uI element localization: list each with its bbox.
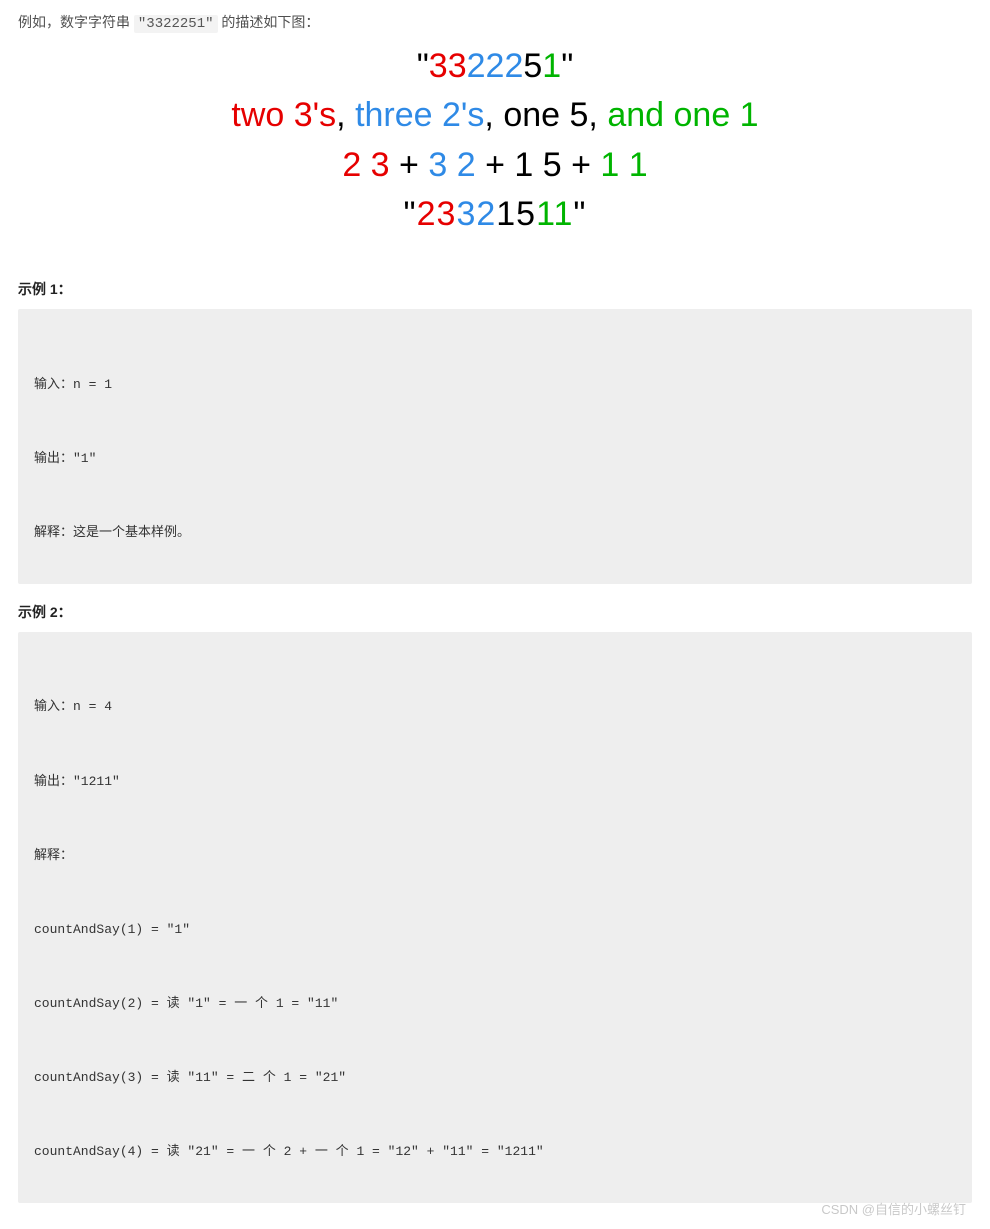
figure-row-1: "3322251" (18, 42, 972, 91)
t4b: 1 (629, 146, 648, 184)
p32: 32 (456, 195, 496, 233)
ex1-line-2: 解释：这是一个基本样例。 (34, 521, 956, 546)
ex2-line-4: countAndSay(2) = 读 "1" = 一 个 1 = "11" (34, 992, 956, 1017)
figure-row-2: two 3's, three 2's, one 5, and one 1 (18, 91, 972, 140)
example-1-box: 输入：n = 1 输出："1" 解释：这是一个基本样例。 (18, 309, 972, 584)
ex2-line-6: countAndSay(4) = 读 "21" = 一 个 2 + 一 个 1 … (34, 1140, 956, 1165)
sep-2: , (484, 96, 503, 134)
ex2-line-1: 输出："1211" (34, 770, 956, 795)
p15: 15 (496, 195, 536, 233)
figure: "3322251" two 3's, three 2's, one 5, and… (18, 42, 972, 239)
word-three: three (355, 96, 442, 134)
t1a: 2 (342, 146, 370, 184)
intro-line: 例如，数字字符串 "3322251" 的描述如下图： (18, 12, 972, 32)
t2a: 3 (428, 146, 456, 184)
ex2-line-3: countAndSay(1) = "1" (34, 918, 956, 943)
sep-3: , (588, 96, 607, 134)
quote-open: " (417, 47, 429, 85)
seg-1: 1 (542, 47, 561, 85)
t1b: 3 (371, 146, 390, 184)
quote-close-2: " (573, 195, 586, 233)
watermark: CSDN @自信的小螺丝钉 (821, 1199, 966, 1218)
ex2-line-5: countAndSay(3) = 读 "11" = 二 个 1 = "21" (34, 1066, 956, 1091)
word-two: two (231, 96, 293, 134)
t3: 1 5 (514, 146, 561, 184)
ex2-line-0: 输入：n = 4 (34, 695, 956, 720)
seg-33: 33 (429, 47, 467, 85)
plus-3: + (562, 146, 601, 184)
intro-code: "3322251" (134, 15, 218, 33)
p11: 11 (536, 195, 573, 233)
figure-row-3: 2 3 + 3 2 + 1 5 + 1 1 (18, 141, 972, 190)
seg-222: 222 (467, 47, 524, 85)
figure-row-4: "23321511" (18, 190, 972, 239)
plus-2: + (476, 146, 515, 184)
t2b: 2 (457, 146, 476, 184)
intro-prefix: 例如，数字字符串 (18, 14, 134, 30)
p23: 23 (417, 195, 457, 233)
word-2s: 2's (442, 96, 484, 134)
example-2-box: 输入：n = 4 输出："1211" 解释： countAndSay(1) = … (18, 632, 972, 1203)
quote-open-2: " (404, 195, 417, 233)
example-1-title: 示例 1： (18, 279, 972, 299)
ex1-line-0: 输入：n = 1 (34, 373, 956, 398)
ex1-line-1: 输出："1" (34, 447, 956, 472)
example-2-title: 示例 2： (18, 602, 972, 622)
sep-1: , (336, 96, 355, 134)
quote-close: " (561, 47, 573, 85)
ex2-line-2: 解释： (34, 844, 956, 869)
seg-5: 5 (523, 47, 542, 85)
word-andone1: and one 1 (607, 96, 758, 134)
word-one5: one 5 (503, 96, 588, 134)
t4a: 1 (600, 146, 628, 184)
intro-suffix: 的描述如下图： (218, 14, 320, 30)
word-3s: 3's (294, 96, 336, 134)
plus-1: + (390, 146, 429, 184)
